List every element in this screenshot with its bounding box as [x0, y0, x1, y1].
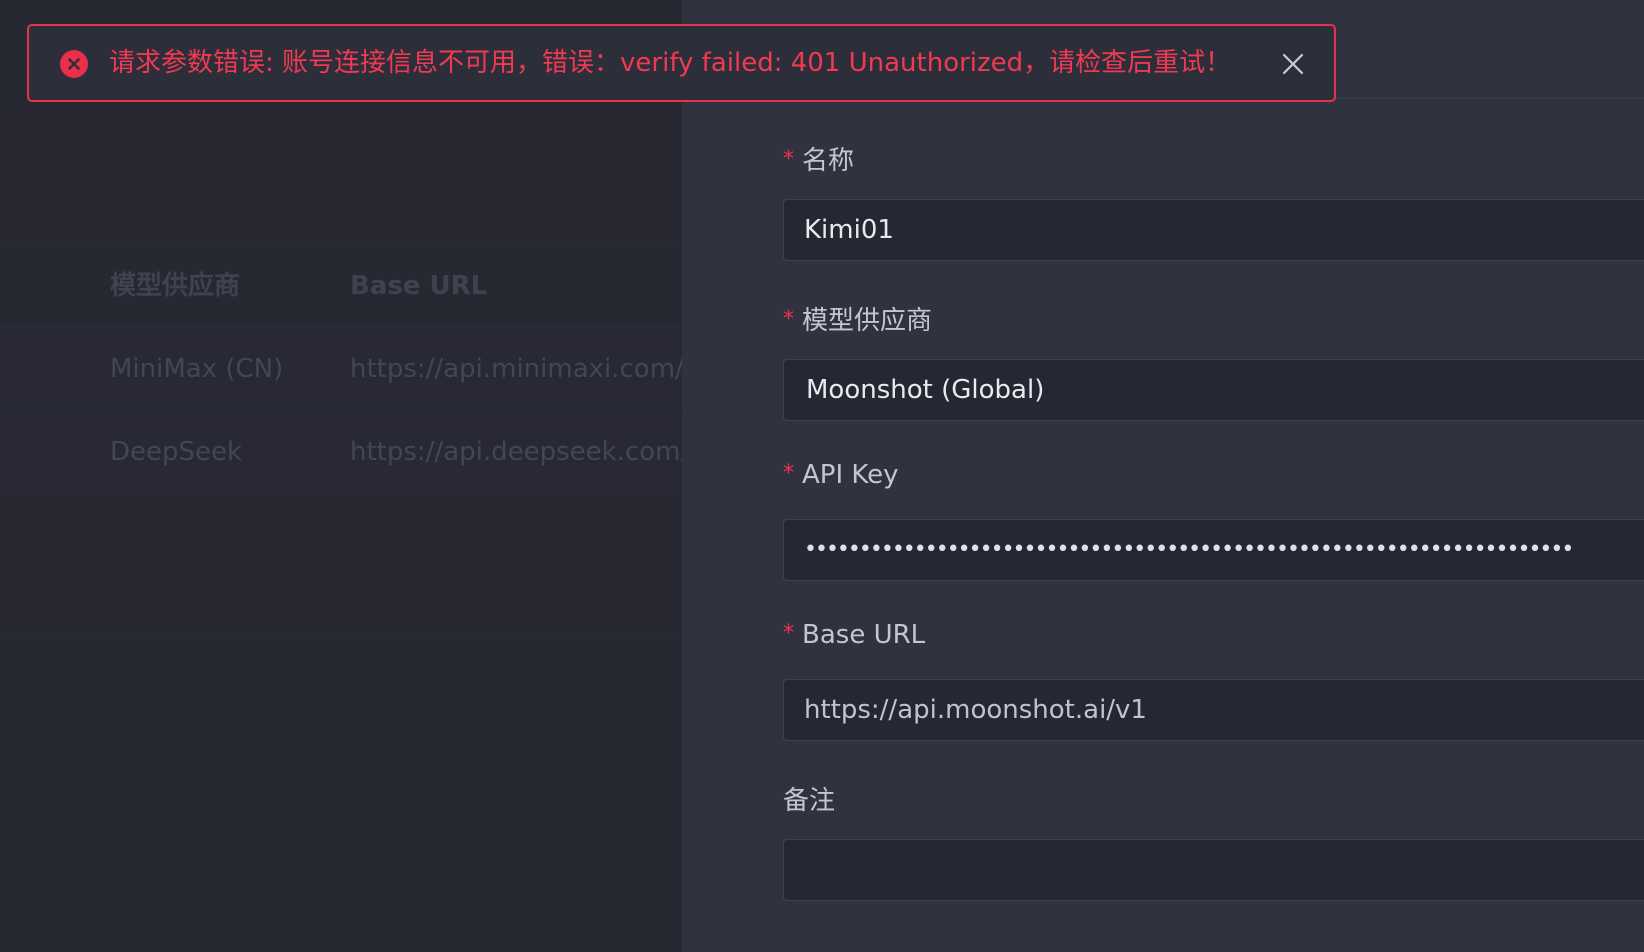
error-toast: 请求参数错误: 账号连接信息不可用，错误：verify failed: 401 …	[27, 24, 1336, 102]
name-field-label: * 名称	[783, 140, 854, 177]
modal-overlay[interactable]	[0, 0, 682, 952]
notes-field-label: 备注	[783, 780, 835, 817]
error-circle-icon	[60, 50, 88, 78]
notes-label-text: 备注	[783, 786, 836, 816]
name-input-value: Kimi01	[804, 215, 894, 245]
name-label-text: 名称	[802, 146, 855, 176]
error-toast-message: 请求参数错误: 账号连接信息不可用，错误：verify failed: 401 …	[109, 48, 1232, 78]
provider-select[interactable]: Moonshot (Global)	[783, 359, 1644, 421]
base-url-field-label: * Base URL	[783, 620, 925, 650]
base-url-input[interactable]: https://api.moonshot.ai/v1	[783, 679, 1644, 741]
base-url-input-value: https://api.moonshot.ai/v1	[804, 695, 1147, 725]
background-list-panel: 模型供应商 Base URL MiniMax (CN) https://api.…	[0, 0, 682, 952]
required-mark: *	[783, 307, 794, 332]
required-mark: *	[783, 147, 794, 172]
edit-drawer: * 名称 Kimi01 * 模型供应商 Moonshot (Global) * API…	[682, 0, 1644, 952]
page: 模型供应商 Base URL MiniMax (CN) https://api.…	[0, 0, 1644, 952]
provider-label-text: 模型供应商	[802, 306, 933, 336]
provider-select-value: Moonshot (Global)	[806, 375, 1045, 405]
api-key-field-label: * API Key	[783, 460, 899, 490]
required-mark: *	[783, 621, 794, 646]
api-key-input[interactable]: ••••••••••••••••••••••••••••••••••••••••…	[783, 519, 1644, 581]
name-input[interactable]: Kimi01	[783, 199, 1644, 261]
api-key-label-text: API Key	[802, 460, 899, 490]
notes-input[interactable]	[783, 839, 1644, 901]
close-icon[interactable]	[1279, 50, 1307, 78]
required-mark: *	[783, 461, 794, 486]
base-url-label-text: Base URL	[802, 620, 926, 650]
provider-field-label: * 模型供应商	[783, 300, 932, 337]
api-key-input-value: ••••••••••••••••••••••••••••••••••••••••…	[804, 537, 1574, 562]
